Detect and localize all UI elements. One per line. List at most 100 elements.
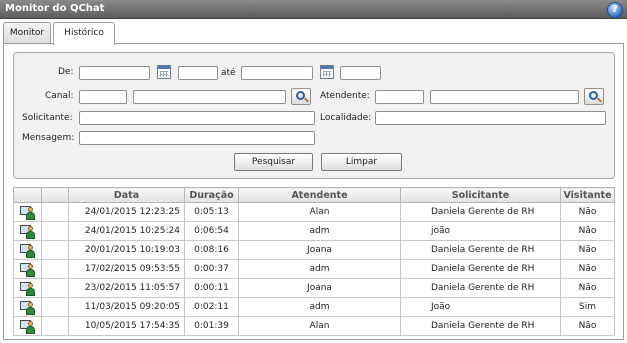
column-header-data[interactable]: Data	[68, 187, 185, 203]
visitante-cell: Não	[560, 278, 615, 298]
view-chat-cell[interactable]	[13, 259, 42, 279]
column-header-visitante[interactable]: Visitante	[560, 187, 615, 203]
empty-cell	[41, 221, 69, 241]
duracao-cell: 0:00:11	[184, 278, 239, 298]
solicitante-label: Solicitante:	[22, 113, 73, 123]
empty-cell	[41, 316, 69, 336]
empty-cell	[41, 240, 69, 260]
mensagem-input[interactable]	[79, 131, 315, 145]
canal-label: Canal:	[45, 91, 74, 101]
visitante-cell: Sim	[560, 297, 615, 317]
help-globe-icon[interactable]: ?	[607, 2, 623, 18]
table-row[interactable]: 17/02/2015 09:53:55 0:00:37 adm Daniela …	[13, 259, 615, 279]
user-monitor-icon[interactable]	[19, 224, 36, 239]
atendente-cell: Joana	[238, 278, 401, 298]
canal-code-input[interactable]	[79, 90, 127, 104]
de-date-input[interactable]	[79, 66, 150, 80]
column-header	[41, 187, 69, 203]
localidade-label: Localidade:	[320, 113, 372, 123]
ate-label: até	[221, 68, 236, 78]
window-title: Monitor do QChat	[5, 3, 105, 14]
canal-search-button[interactable]	[291, 88, 311, 105]
empty-cell	[41, 278, 69, 298]
view-chat-cell[interactable]	[13, 202, 42, 222]
column-header-duracao[interactable]: Duração	[184, 187, 239, 203]
calendar-icon[interactable]	[320, 65, 334, 79]
data-cell: 17/02/2015 09:53:55	[68, 259, 185, 279]
empty-cell	[41, 297, 69, 317]
view-chat-cell[interactable]	[13, 316, 42, 336]
atendente-cell: Alan	[238, 202, 401, 222]
data-cell: 24/01/2015 10:25:24	[68, 221, 185, 241]
user-monitor-icon[interactable]	[19, 319, 36, 334]
user-monitor-icon[interactable]	[19, 243, 36, 258]
empty-cell	[41, 259, 69, 279]
atendente-cell: adm	[238, 297, 401, 317]
duracao-cell: 0:06:54	[184, 221, 239, 241]
solicitante-cell: Daniela Gerente de RH	[400, 316, 561, 336]
view-chat-cell[interactable]	[13, 297, 42, 317]
visitante-cell: Não	[560, 202, 615, 222]
table-row[interactable]: 11/03/2015 09:20:05 0:02:11 adm João Sim	[13, 297, 615, 317]
search-button[interactable]: Pesquisar	[234, 153, 313, 171]
mensagem-label: Mensagem:	[22, 133, 75, 143]
view-chat-cell[interactable]	[13, 221, 42, 241]
canal-name-input[interactable]	[133, 90, 286, 104]
empty-cell	[41, 202, 69, 222]
data-cell: 11/03/2015 09:20:05	[68, 297, 185, 317]
clear-button[interactable]: Limpar	[321, 153, 402, 171]
visitante-cell: Não	[560, 316, 615, 336]
de-time-input[interactable]	[178, 66, 218, 80]
duracao-cell: 0:08:16	[184, 240, 239, 260]
duracao-cell: 0:01:39	[184, 316, 239, 336]
table-row[interactable]: 24/01/2015 12:23:25 0:05:13 Alan Daniela…	[13, 202, 615, 222]
table-row[interactable]: 24/01/2015 10:25:24 0:06:54 adm joão Não	[13, 221, 615, 241]
ate-date-input[interactable]	[241, 66, 313, 80]
ate-time-input[interactable]	[340, 66, 381, 80]
solicitante-cell: João	[400, 297, 561, 317]
atendente-label: Atendente:	[320, 91, 370, 101]
view-chat-cell[interactable]	[13, 278, 42, 298]
user-monitor-icon[interactable]	[19, 281, 36, 296]
solicitante-cell: Daniela Gerente de RH	[400, 278, 561, 298]
de-label: De:	[58, 67, 74, 77]
solicitante-cell: Daniela Gerente de RH	[400, 240, 561, 260]
table-row[interactable]: 20/01/2015 10:19:03 0:08:16 Joana Daniel…	[13, 240, 615, 260]
atendente-cell: Alan	[238, 316, 401, 336]
user-monitor-icon[interactable]	[19, 262, 36, 277]
data-cell: 20/01/2015 10:19:03	[68, 240, 185, 260]
data-cell: 23/02/2015 11:05:57	[68, 278, 185, 298]
view-chat-cell[interactable]	[13, 240, 42, 260]
table-row[interactable]: 10/05/2015 17:54:35 0:01:39 Alan Daniela…	[13, 316, 615, 336]
table-row[interactable]: 23/02/2015 11:05:57 0:00:11 Joana Daniel…	[13, 278, 615, 298]
filter-panel: De: até Canal: Atendente: Solicitante: L…	[13, 52, 615, 179]
tab-monitor[interactable]: Monitor	[3, 22, 51, 44]
user-monitor-icon[interactable]	[19, 205, 36, 220]
atendente-search-button[interactable]	[584, 88, 604, 105]
atendente-cell: adm	[238, 259, 401, 279]
duracao-cell: 0:05:13	[184, 202, 239, 222]
solicitante-input[interactable]	[79, 111, 315, 125]
visitante-cell: Não	[560, 240, 615, 260]
duracao-cell: 0:02:11	[184, 297, 239, 317]
column-header	[13, 187, 42, 203]
atendente-cell: Joana	[238, 240, 401, 260]
visitante-cell: Não	[560, 221, 615, 241]
atendente-code-input[interactable]	[375, 90, 424, 104]
solicitante-cell: joão	[400, 221, 561, 241]
column-header-atendente[interactable]: Atendente	[238, 187, 401, 203]
table-header-row: Data Duração Atendente Solicitante Visit…	[13, 187, 615, 203]
duracao-cell: 0:00:37	[184, 259, 239, 279]
data-cell: 24/01/2015 12:23:25	[68, 202, 185, 222]
solicitante-cell: Daniela Gerente de RH	[400, 259, 561, 279]
atendente-name-input[interactable]	[430, 90, 579, 104]
calendar-icon[interactable]	[157, 65, 171, 79]
visitante-cell: Não	[560, 259, 615, 279]
user-monitor-icon[interactable]	[19, 300, 36, 315]
column-header-solicitante[interactable]: Solicitante	[400, 187, 561, 203]
data-cell: 10/05/2015 17:54:35	[68, 316, 185, 336]
tab-historico[interactable]: Histórico	[53, 22, 115, 45]
window-titlebar: Monitor do QChat ?	[0, 0, 627, 19]
history-table: Data Duração Atendente Solicitante Visit…	[13, 187, 615, 336]
localidade-input[interactable]	[375, 111, 606, 125]
